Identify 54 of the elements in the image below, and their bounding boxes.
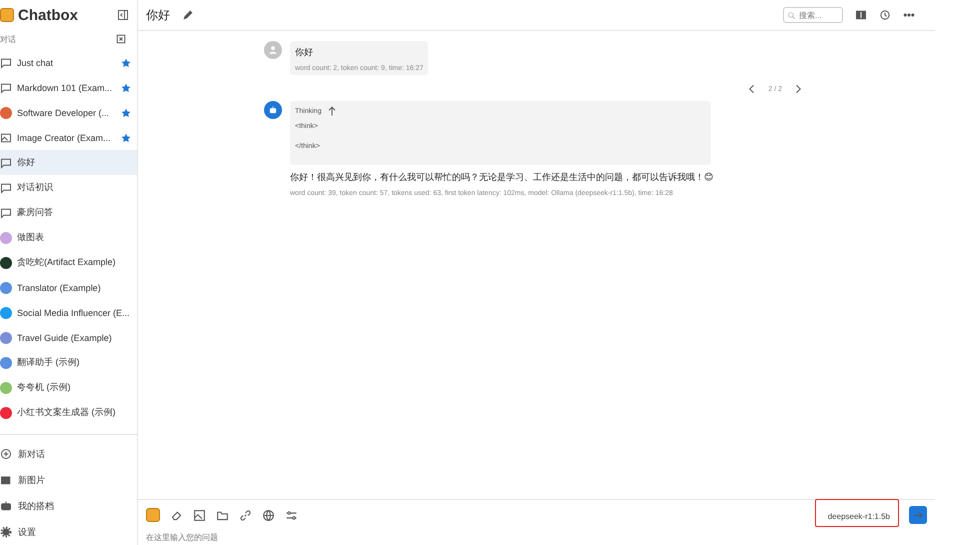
columns-icon [855,9,867,21]
user-avatar-icon [264,41,282,59]
history-button[interactable] [879,9,891,21]
sidebar-action[interactable]: 我的搭档 [0,493,137,519]
bot-avatar-icon [264,101,282,119]
history-icon [879,9,891,21]
chat-bubble-icon [0,156,12,168]
conversation-item[interactable]: 贪吃蛇(Artifact Example) [0,250,137,275]
conversation-item[interactable]: 小红书文案生成器 (示例) [0,400,137,425]
settings-icon [0,526,12,538]
search-icon [787,10,796,20]
model-selector[interactable]: deepseek-r1:1.5b [814,499,899,527]
conversation-item[interactable]: 豪房问答 [0,200,137,225]
message-text: 你好！很高兴见到你，有什么我可以帮忙的吗？无论是学习、工作还是生活中的问题，都可以告诉我哦！😊 [290,171,714,184]
conversation-item[interactable]: Travel Guide (Example) [0,325,137,350]
assistant-picker-icon[interactable] [146,508,160,522]
app-title: Chatbox [18,6,79,24]
chat-bubble-icon [0,206,12,218]
sidebar-collapse-icon [117,9,129,21]
conversation-item[interactable]: 你好 [0,150,137,175]
chat-bubble-icon [0,82,12,94]
image-icon [193,508,206,522]
plus-circle-icon [0,448,12,460]
conversation-title: 你好 [146,6,170,24]
clear-icon [115,33,127,45]
sidebar-action[interactable]: 新对话 [0,441,137,467]
settings-sliders-icon [285,508,298,522]
conversation-item[interactable]: 做图表 [0,225,137,250]
sidebar-action[interactable]: 设置 [0,519,137,545]
message-text: 你好 [295,46,314,59]
edit-icon [182,9,194,21]
section-label: 对话 [0,34,16,44]
split-view-button[interactable] [855,9,867,21]
conversation-item[interactable]: 对话初识 [0,175,137,200]
conversation-item[interactable]: 夸夸机 (示例) [0,375,137,400]
conversation-item[interactable]: Just chat [0,50,137,75]
conversation-item[interactable]: Software Developer (... [0,100,137,125]
conversation-item[interactable]: Image Creator (Exam... [0,125,137,150]
conversation-item[interactable]: 翻译助手 (示例) [0,350,137,375]
link-icon [239,508,252,522]
conversation-item[interactable]: Markdown 101 (Exam... [0,75,137,100]
image-icon [0,132,12,144]
conversation-item[interactable]: Social Media Influencer (E... [0,300,137,325]
chat-bubble-icon [0,182,12,194]
conversation-item[interactable]: Translator (Example) [0,275,137,300]
send-button[interactable] [909,506,927,524]
globe-icon [262,508,275,522]
folder-icon [216,508,229,522]
app-logo-icon [0,8,14,22]
robot-icon [0,500,12,512]
sidebar-action[interactable]: 新图片 [0,467,137,493]
eraser-icon [170,508,183,522]
search-field[interactable]: 搜索... [783,7,843,23]
chat-bubble-icon [0,56,12,68]
